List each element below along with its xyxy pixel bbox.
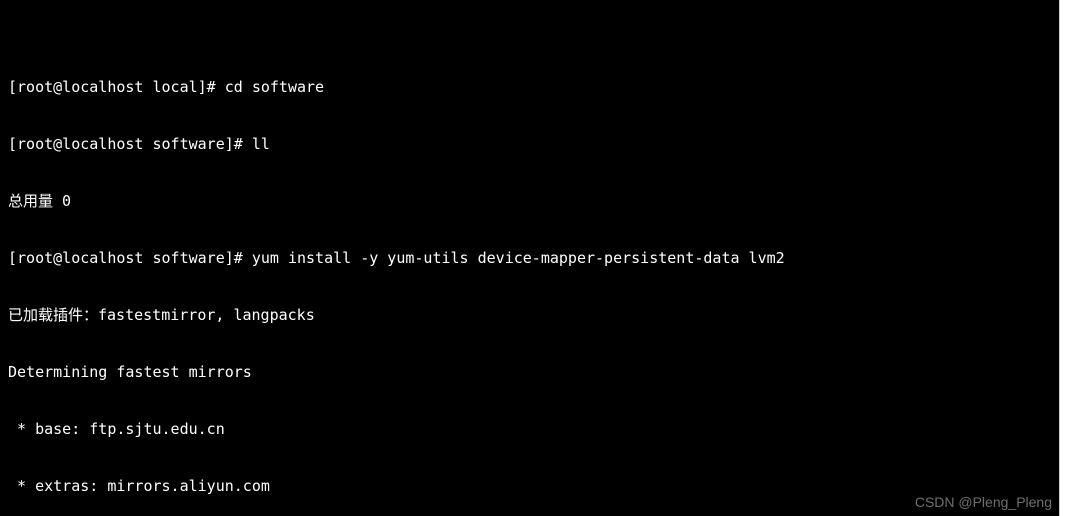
shell-prompt: [root@localhost software]# [8, 135, 252, 153]
vertical-scrollbar[interactable] [1059, 0, 1060, 516]
prompt-line: [root@localhost software]# yum install -… [8, 249, 1052, 268]
output-line: 已加载插件：fastestmirror, langpacks [8, 306, 1052, 325]
prompt-line: [root@localhost local]# cd software [8, 78, 1052, 97]
command-text: cd software [225, 78, 324, 96]
output-line: * base: ftp.sjtu.edu.cn [8, 420, 1052, 439]
terminal-output[interactable]: [root@localhost local]# cd software [roo… [0, 38, 1060, 516]
output-line: Determining fastest mirrors [8, 363, 1052, 382]
output-line: 总用量 0 [8, 192, 1052, 211]
command-text: yum install -y yum-utils device-mapper-p… [252, 249, 785, 267]
output-line: * extras: mirrors.aliyun.com [8, 477, 1052, 496]
command-text: ll [252, 135, 270, 153]
prompt-line: [root@localhost software]# ll [8, 135, 1052, 154]
terminal-window[interactable]: [root@localhost local]# cd software [roo… [0, 0, 1060, 516]
shell-prompt: [root@localhost software]# [8, 249, 252, 267]
shell-prompt: [root@localhost local]# [8, 78, 225, 96]
